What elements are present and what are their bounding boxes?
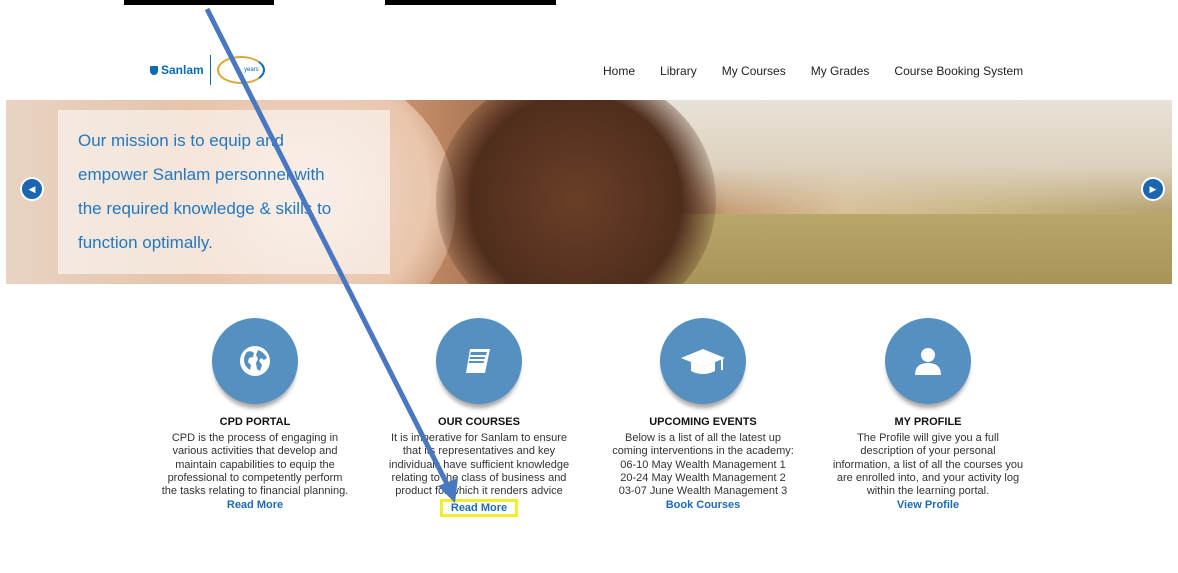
- nav-my-courses[interactable]: My Courses: [722, 64, 786, 78]
- my-profile-icon-circle[interactable]: [885, 318, 971, 404]
- badge-text: years: [244, 67, 259, 73]
- courses-read-more-link[interactable]: Read More: [374, 499, 584, 518]
- user-icon: [915, 348, 941, 375]
- feature-line: that its representatives and key: [402, 445, 556, 458]
- feature-title: MY PROFILE: [894, 416, 962, 428]
- feature-line: 06-10 May Wealth Management 1: [620, 458, 786, 471]
- feature-line: 20-24 May Wealth Management 2: [620, 471, 786, 484]
- cpd-read-more-link[interactable]: Read More: [150, 499, 360, 511]
- feature-title: CPD PORTAL: [219, 416, 291, 428]
- feature-our-courses: OUR COURSES It is imperative for Sanlam …: [374, 318, 584, 518]
- feature-line: individuals have sufficient knowledge: [388, 458, 570, 471]
- feature-line: professional to competently perform: [167, 471, 343, 484]
- chevron-right-icon: ▶: [1149, 183, 1157, 194]
- mission-line: Our mission is to equip and: [78, 131, 284, 150]
- cpd-portal-icon-circle[interactable]: [212, 318, 298, 404]
- book-icon: [466, 349, 490, 373]
- feature-line: 03-07 June Wealth Management 3: [618, 485, 788, 498]
- book-courses-link[interactable]: Book Courses: [598, 499, 808, 511]
- feature-title: UPCOMING EVENTS: [649, 416, 757, 428]
- feature-title: OUR COURSES: [438, 416, 520, 428]
- feature-line: the tasks relating to financial planning…: [161, 485, 349, 498]
- mission-line: empower Sanlam personnel with: [78, 165, 325, 184]
- nav-course-booking[interactable]: Course Booking System: [894, 64, 1023, 78]
- feature-line: various activities that develop and: [172, 445, 338, 458]
- feature-line: CPD is the process of engaging in: [171, 432, 339, 444]
- feature-cpd-portal: CPD PORTAL CPD is the process of engagin…: [150, 318, 360, 511]
- logo-divider: [209, 55, 211, 85]
- redaction-bar: [124, 0, 274, 5]
- feature-line: maintain capabilities to equip the: [175, 458, 335, 471]
- feature-line: are enrolled into, and your activity log: [836, 471, 1020, 484]
- hero-person-right: [436, 100, 716, 284]
- carousel-next-button[interactable]: ▶: [1141, 177, 1165, 201]
- feature-line: relating to the class of business and: [391, 471, 567, 484]
- anniversary-badge: years: [216, 56, 265, 84]
- mission-line: the required knowledge & skills to: [78, 199, 332, 218]
- feature-line: The Profile will give you a full: [857, 432, 999, 444]
- graduation-cap-icon: [681, 349, 725, 374]
- feature-line: within the learning portal.: [866, 485, 990, 498]
- carousel-prev-button[interactable]: ◀: [20, 177, 44, 201]
- main-nav: Home Library My Courses My Grades Course…: [603, 64, 1023, 78]
- feature-line: coming interventions in the academy:: [612, 445, 794, 458]
- nav-my-grades[interactable]: My Grades: [811, 64, 870, 78]
- hero-banner: Our mission is to equip and empower Sanl…: [6, 100, 1172, 284]
- nav-home[interactable]: Home: [603, 64, 635, 78]
- chevron-left-icon: ◀: [28, 183, 36, 194]
- feature-line: It is imperative for Sanlam to ensure: [390, 432, 568, 444]
- sanlam-logo[interactable]: Sanlam years: [150, 52, 265, 88]
- redaction-bar: [385, 0, 556, 5]
- feature-line: product for which it renders advice: [395, 485, 563, 498]
- sanlam-wordmark: Sanlam: [150, 63, 204, 77]
- highlight-box[interactable]: Read More: [439, 499, 519, 518]
- feature-upcoming-events: UPCOMING EVENTS Below is a list of all t…: [598, 318, 808, 511]
- mission-box: Our mission is to equip and empower Sanl…: [58, 110, 390, 274]
- sanlam-shield-icon: [150, 65, 158, 75]
- feature-line: Below is a list of all the latest up: [625, 432, 781, 444]
- feature-line: description of your personal: [860, 445, 996, 458]
- globe-icon: [240, 346, 270, 376]
- nav-library[interactable]: Library: [660, 64, 697, 78]
- view-profile-link[interactable]: View Profile: [823, 499, 1033, 511]
- feature-my-profile: MY PROFILE The Profile will give you a f…: [823, 318, 1033, 511]
- brand-name: Sanlam: [161, 63, 204, 77]
- feature-line: information, a list of all the courses y…: [832, 458, 1024, 471]
- our-courses-icon-circle[interactable]: [436, 318, 522, 404]
- upcoming-events-icon-circle[interactable]: [660, 318, 746, 404]
- mission-line: function optimally.: [78, 233, 213, 252]
